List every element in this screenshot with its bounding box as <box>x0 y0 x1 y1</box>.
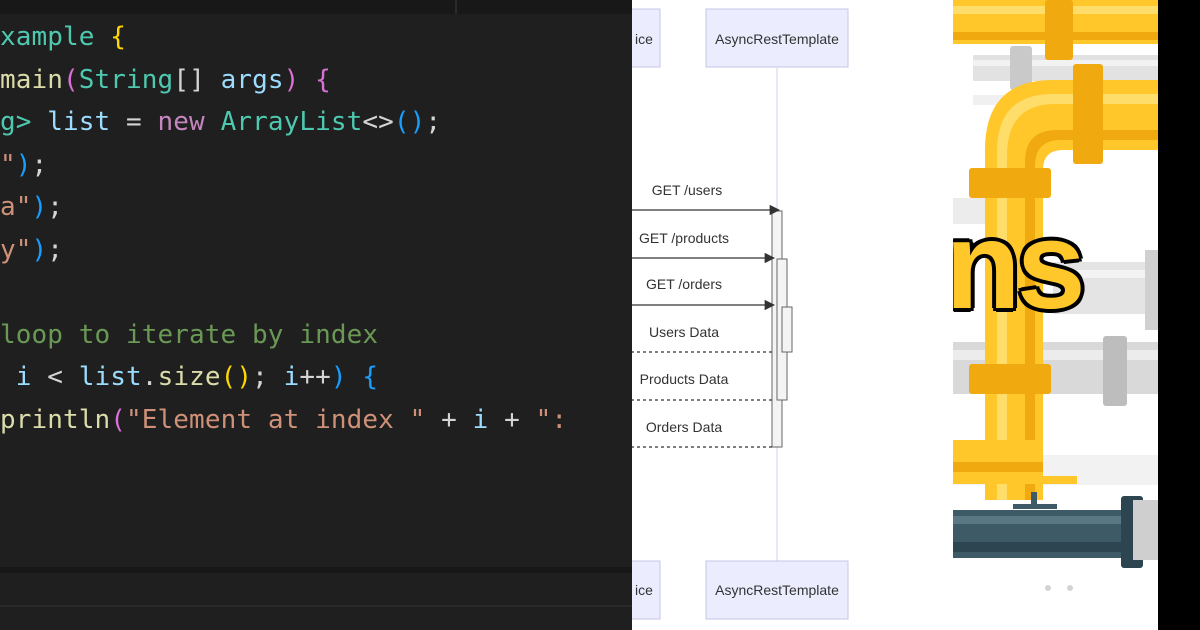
code-token: ( <box>63 64 79 95</box>
message-label: GET /products <box>639 230 729 246</box>
code-token: ++ <box>299 362 331 392</box>
activation-box-3 <box>781 306 793 353</box>
message-label: Orders Data <box>646 419 722 435</box>
code-token: list <box>78 362 142 392</box>
code-token: println <box>0 404 111 435</box>
code-line[interactable]: g> list = new ArrayList<>(); <box>0 101 632 144</box>
code-token: + <box>488 404 536 435</box>
code-token: list <box>47 107 111 137</box>
code-token: { <box>362 362 379 392</box>
pipes-illustration: ns <box>953 0 1158 630</box>
code-token: new <box>157 107 221 137</box>
participant-partial-label-top: ice <box>635 31 653 47</box>
code-line[interactable]: xample { <box>0 16 632 59</box>
code-token: size <box>157 362 221 392</box>
code-token: String <box>78 64 174 95</box>
code-token: i <box>283 362 300 392</box>
code-token: { <box>110 22 127 52</box>
code-token: ) <box>283 64 316 95</box>
code-token: . <box>141 362 158 392</box>
code-token: xample <box>0 22 111 52</box>
code-token: ": <box>535 404 568 435</box>
participant-label-bottom: AsyncRestTemplate <box>715 582 839 598</box>
code-token: y" <box>0 234 32 265</box>
sequence-diagram: ice ice AsyncRestTemplate AsyncRestTempl… <box>632 8 849 620</box>
code-token: () <box>393 107 426 137</box>
code-line[interactable]: y"); <box>0 229 632 272</box>
right-edge-strip <box>1158 0 1200 630</box>
code-token: < <box>47 362 79 392</box>
code-token: main <box>0 64 64 95</box>
code-token: ) <box>15 149 32 180</box>
participant-partial-label-bottom: ice <box>635 582 653 598</box>
code-line[interactable] <box>0 271 632 314</box>
code-token: ) <box>31 192 48 222</box>
code-token: " <box>0 149 16 180</box>
code-line[interactable]: loop to iterate by index <box>0 314 632 357</box>
code-token: g> <box>0 107 48 137</box>
code-token: = <box>110 107 158 137</box>
code-token: [] <box>173 64 221 95</box>
code-token: <> <box>362 107 394 137</box>
code-lines[interactable]: xample {main(String[] args) {g> list = n… <box>0 16 632 441</box>
code-token: ; <box>47 234 64 265</box>
code-token: ; <box>31 149 48 180</box>
code-line[interactable]: println("Element at index " + i + ": <box>0 399 632 442</box>
message-label: GET /users <box>652 182 723 198</box>
code-token: ; <box>252 362 284 392</box>
code-token: + <box>425 404 473 435</box>
code-line[interactable]: i < list.size(); i++) { <box>0 356 632 399</box>
code-token: loop to iterate by index <box>0 319 379 350</box>
title-text-fragment: ns <box>953 197 1086 335</box>
editor-status-divider <box>0 605 632 607</box>
code-token: ( <box>110 404 127 435</box>
code-token: ; <box>47 192 64 222</box>
editor-tab-bar[interactable] <box>0 0 632 14</box>
message-label: Users Data <box>649 324 719 340</box>
code-token: i <box>0 362 48 392</box>
tab-divider <box>455 0 457 14</box>
editor-panel-divider <box>0 567 632 573</box>
code-token: { <box>315 64 331 95</box>
code-line[interactable]: main(String[] args) { <box>0 59 632 102</box>
code-token: args <box>220 64 284 95</box>
code-token: ArrayList <box>220 107 363 137</box>
participant-label-top: AsyncRestTemplate <box>715 31 839 47</box>
code-token: a" <box>0 192 32 222</box>
code-line[interactable]: a"); <box>0 186 632 229</box>
code-token: ; <box>425 107 442 137</box>
message-label: Products Data <box>640 371 729 387</box>
code-token: ) <box>330 362 363 392</box>
code-token: "Element at index " <box>126 404 426 435</box>
code-token: i <box>472 404 489 435</box>
sequence-diagram-panel: ice ice AsyncRestTemplate AsyncRestTempl… <box>632 0 953 630</box>
code-line[interactable]: "); <box>0 144 632 187</box>
message-label: GET /orders <box>646 276 722 292</box>
code-token: () <box>220 362 253 392</box>
code-editor-panel[interactable]: xample {main(String[] args) {g> list = n… <box>0 0 632 630</box>
code-token: ) <box>31 234 48 265</box>
